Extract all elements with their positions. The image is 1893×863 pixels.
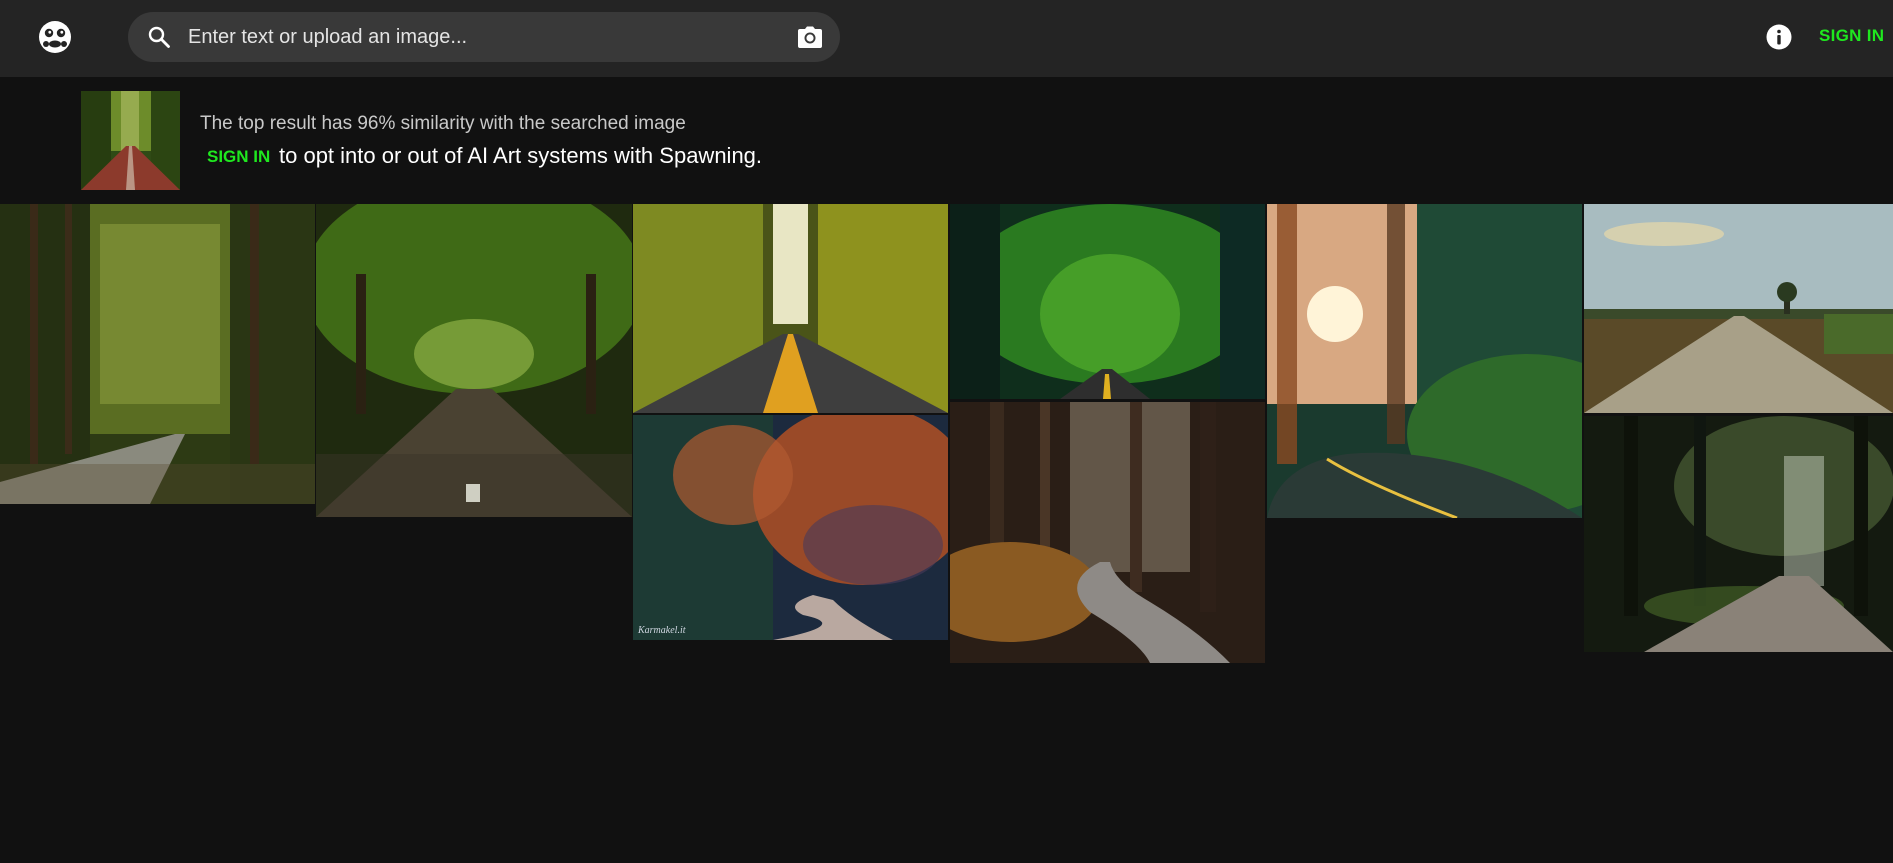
top-bar: SIGN IN [0,0,1893,77]
mascot-logo-icon[interactable] [37,19,73,55]
result-image[interactable] [1267,204,1582,518]
search-icon [147,25,171,49]
result-image[interactable] [1584,204,1893,413]
result-image[interactable] [316,204,632,517]
info-icon[interactable] [1766,24,1792,50]
searched-image-thumbnail [81,91,180,190]
search-input[interactable] [186,12,746,62]
camera-icon[interactable] [797,25,823,49]
photo-watermark: Karmakel.it [637,625,686,636]
search-bar [128,12,840,62]
result-image[interactable]: Karmakel.it [633,415,948,640]
header-sign-in-link[interactable]: SIGN IN [1819,26,1884,46]
result-image[interactable] [1584,416,1893,652]
result-image[interactable] [950,402,1265,663]
result-image[interactable] [950,204,1265,399]
banner-sign-in-link[interactable]: SIGN IN [207,147,270,167]
result-image[interactable] [0,204,315,504]
opt-out-message: to opt into or out of AI Art systems wit… [279,143,763,168]
similarity-message: The top result has 96% similarity with t… [200,113,686,134]
result-image[interactable] [633,204,948,413]
